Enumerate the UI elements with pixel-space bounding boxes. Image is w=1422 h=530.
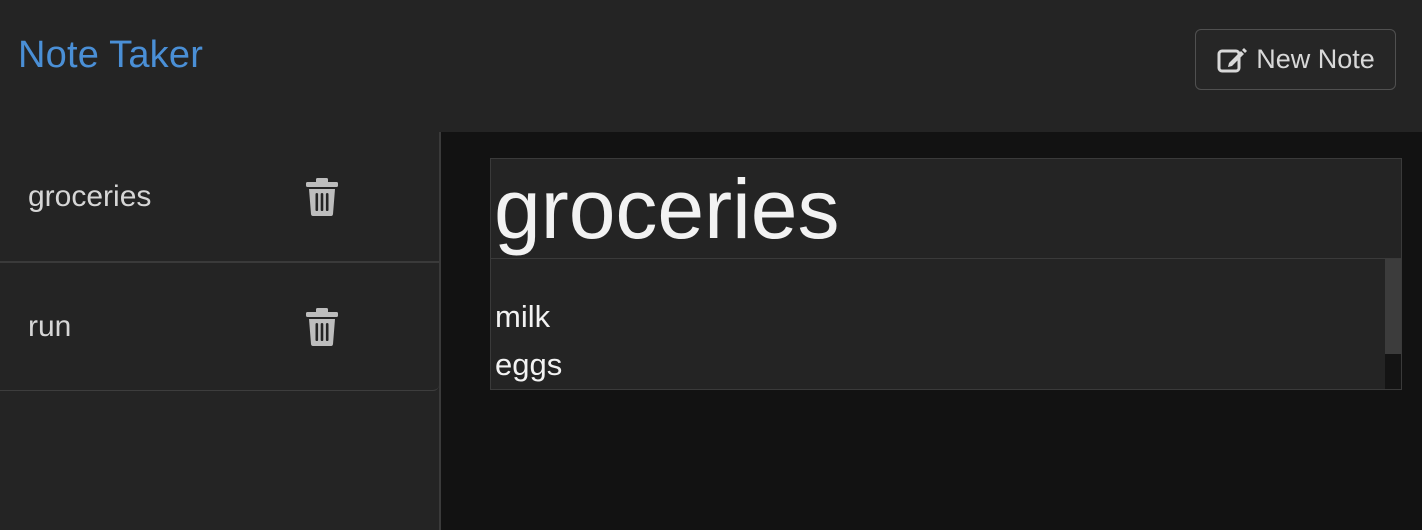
note-body-textarea[interactable]: milk eggs [491, 259, 1401, 389]
note-title-input[interactable] [491, 159, 1401, 259]
note-item-label[interactable]: run [28, 310, 71, 344]
note-editor: milk eggs [490, 158, 1402, 390]
sidebar: groceries run [0, 132, 441, 530]
app-title[interactable]: Note Taker [18, 32, 203, 78]
note-item-label[interactable]: groceries [28, 180, 151, 214]
note-taker-app: Note Taker New Note groceries run grocer… [0, 0, 1422, 530]
note-item-run[interactable]: run [0, 261, 439, 390]
trash-icon[interactable] [304, 307, 340, 347]
header: Note Taker New Note [0, 0, 1422, 132]
pencil-square-icon [1216, 44, 1248, 76]
new-note-label: New Note [1256, 44, 1375, 74]
trash-icon[interactable] [304, 177, 340, 217]
note-item-groceries[interactable]: groceries [0, 132, 439, 261]
scrollbar-thumb[interactable] [1385, 259, 1401, 354]
new-note-button[interactable]: New Note [1195, 29, 1396, 90]
textarea-scrollbar[interactable] [1385, 259, 1401, 389]
note-list: groceries run [0, 132, 439, 391]
main-panel: milk eggs [441, 132, 1422, 530]
